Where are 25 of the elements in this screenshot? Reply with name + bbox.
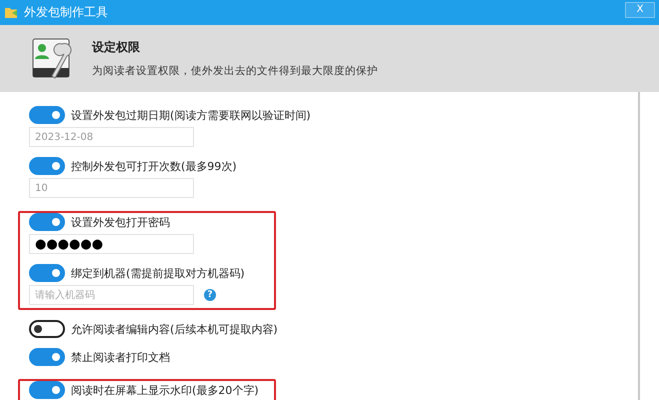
toggle-switch[interactable] (29, 320, 65, 338)
option-label: 阅读时在屏幕上显示水印(最多20个字) (71, 382, 259, 398)
option-label: 允许阅读者编辑内容(后续本机可提取内容) (71, 322, 278, 336)
toggle-switch[interactable] (29, 213, 65, 231)
toggle-switch[interactable] (29, 348, 65, 366)
window-title: 外发包制作工具 (24, 4, 109, 21)
header-subtitle: 为阅读者设置权限，使外发出去的文件得到最大限度的保护 (92, 64, 378, 78)
option-label: 控制外发包可打开次数(最多99次) (71, 158, 237, 174)
toggle-switch[interactable] (29, 264, 65, 282)
help-icon[interactable]: ? (204, 289, 216, 301)
option-label: 设置外发包打开密码 (71, 214, 170, 230)
option-label: 绑定到机器(需提前提取对方机器码) (71, 266, 245, 280)
toggle-switch[interactable] (29, 157, 65, 175)
folder-icon (5, 7, 17, 18)
input-field[interactable]: 2023-12-08 (29, 127, 194, 147)
option-label: 禁止阅读者打印文档 (71, 350, 170, 364)
header-title: 设定权限 (92, 39, 141, 56)
option-label: 设置外发包过期日期(阅读方需要联网以验证时间) (71, 108, 311, 122)
input-field[interactable]: 10 (29, 178, 194, 198)
input-field[interactable]: ●●●●●● (29, 234, 194, 254)
close-button[interactable]: X (625, 2, 655, 18)
input-field[interactable]: 请输入机器码 (29, 285, 194, 305)
toggle-switch[interactable] (29, 106, 65, 124)
user-key-icon (32, 38, 72, 80)
toggle-switch[interactable] (29, 381, 65, 399)
